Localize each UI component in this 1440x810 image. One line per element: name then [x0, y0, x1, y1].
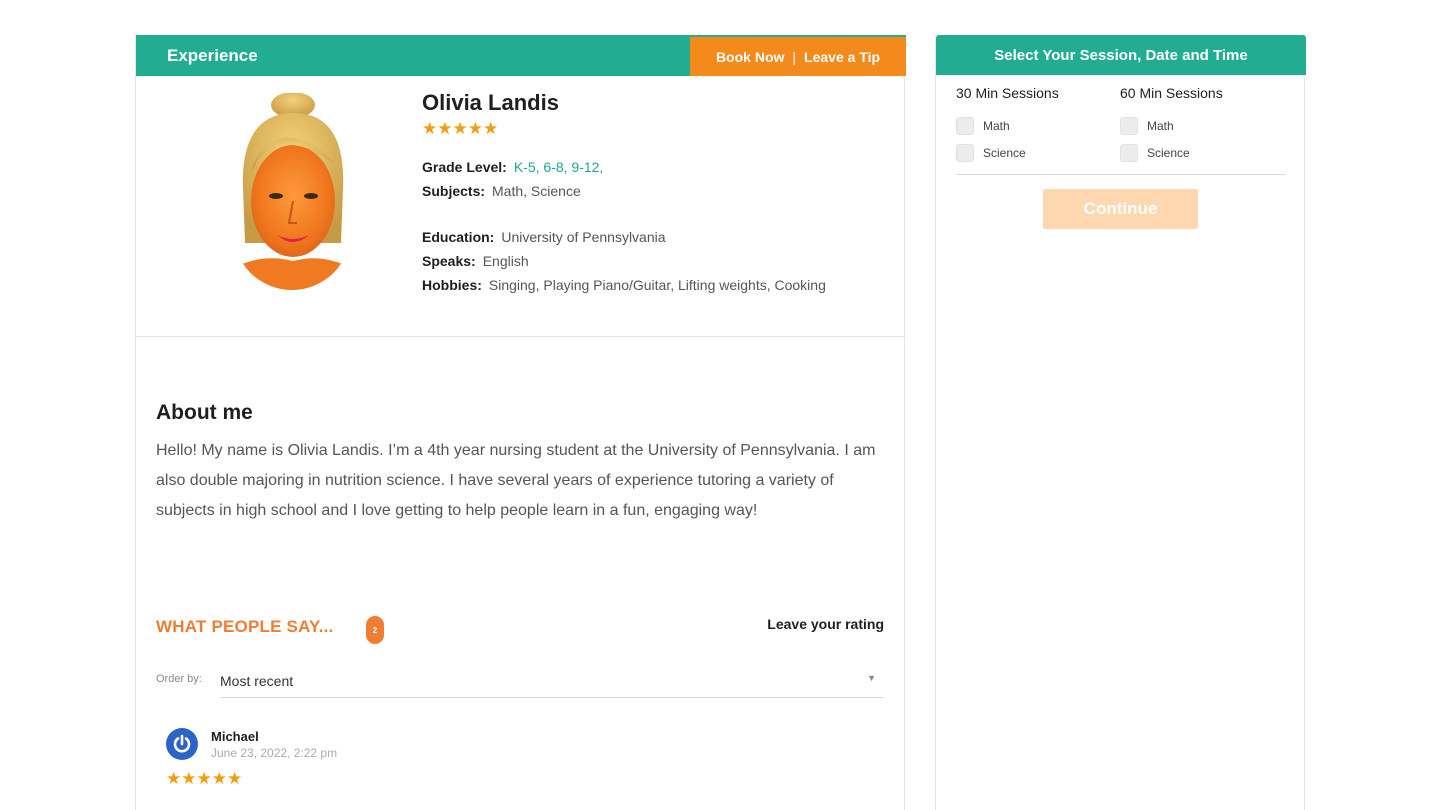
review-rating-stars: ★★★★★: [166, 769, 243, 788]
option-60-science[interactable]: Science: [1120, 139, 1223, 166]
experience-header: Experience Book Now | Leave a Tip: [136, 35, 906, 76]
about-text: Hello! My name is Olivia Landis. I’m a 4…: [156, 442, 876, 519]
session-30-title: 30 Min Sessions: [956, 85, 1059, 101]
booking-header: Select Your Session, Date and Time: [936, 35, 1306, 75]
hobbies-label: Hobbies:: [422, 277, 482, 293]
subjects-label: Subjects:: [422, 183, 486, 199]
option-60-math-label: Math: [1147, 118, 1174, 133]
checkbox-60-math[interactable]: [1120, 116, 1138, 135]
leave-tip-link[interactable]: Leave a Tip: [804, 49, 880, 65]
book-now-link[interactable]: Book Now: [716, 49, 784, 65]
checkbox-30-science[interactable]: [956, 143, 974, 162]
reviews-count-badge: 2: [366, 616, 384, 644]
review-date: June 23, 2022, 2:22 pm: [211, 746, 338, 760]
grade-level-label: Grade Level:: [422, 159, 507, 175]
tutor-name: Olivia Landis: [422, 90, 559, 115]
about-heading: About me: [156, 401, 253, 424]
subjects-value: Math, Science: [492, 183, 581, 199]
speaks-row: Speaks: English: [422, 253, 529, 269]
order-by-value: Most recent: [220, 673, 294, 689]
speaks-label: Speaks:: [422, 253, 476, 269]
session-col-30: 30 Min Sessions Math Science: [956, 85, 1059, 166]
reviews-heading: WHAT PEOPLE SAY...: [156, 617, 334, 636]
chevron-down-icon: ▼: [867, 673, 876, 683]
reviewer-name: Michael: [211, 729, 259, 744]
section-divider: [136, 336, 906, 337]
reviewer-avatar: [166, 728, 198, 760]
education-row: Education: University of Pennsylvania: [422, 229, 666, 245]
tutor-photo-illustration: [233, 93, 351, 290]
tutor-rating-stars: ★★★★★: [422, 119, 499, 138]
education-value: University of Pennsylvania: [501, 229, 666, 245]
option-30-science[interactable]: Science: [956, 139, 1059, 166]
subjects-row: Subjects: Math, Science: [422, 183, 581, 199]
option-60-math[interactable]: Math: [1120, 112, 1223, 139]
option-30-science-label: Science: [983, 145, 1026, 160]
hobbies-row: Hobbies: Singing, Playing Piano/Guitar, L…: [422, 277, 826, 293]
grade-level-value: K-5, 6-8, 9-12,: [513, 159, 604, 175]
header-separator: |: [792, 48, 797, 65]
checkbox-30-math[interactable]: [956, 116, 974, 135]
education-label: Education:: [422, 229, 495, 245]
tutor-profile-panel: Experience Book Now | Leave a Tip Olivia…: [135, 35, 906, 810]
leave-rating-link[interactable]: Leave your rating: [767, 616, 884, 632]
booking-panel: Select Your Session, Date and Time 30 Mi…: [935, 35, 1306, 810]
session-col-60: 60 Min Sessions Math Science: [1120, 85, 1223, 166]
continue-button[interactable]: Continue: [1043, 189, 1198, 229]
experience-title: Experience: [167, 46, 258, 65]
tutor-photo: [233, 93, 351, 290]
order-by-label: Order by:: [156, 673, 202, 685]
option-30-math-label: Math: [983, 118, 1010, 133]
power-icon: [173, 734, 191, 753]
booking-divider: [956, 174, 1285, 175]
option-30-math[interactable]: Math: [956, 112, 1059, 139]
hobbies-value: Singing, Playing Piano/Guitar, Lifting w…: [488, 277, 826, 293]
speaks-value: English: [482, 253, 529, 269]
header-actions: Book Now | Leave a Tip: [690, 37, 906, 76]
option-60-science-label: Science: [1147, 145, 1190, 160]
session-60-title: 60 Min Sessions: [1120, 85, 1223, 101]
checkbox-60-science[interactable]: [1120, 143, 1138, 162]
order-by-select[interactable]: Most recent ▼: [220, 665, 884, 698]
grade-level-row: Grade Level: K-5, 6-8, 9-12,: [422, 159, 603, 175]
